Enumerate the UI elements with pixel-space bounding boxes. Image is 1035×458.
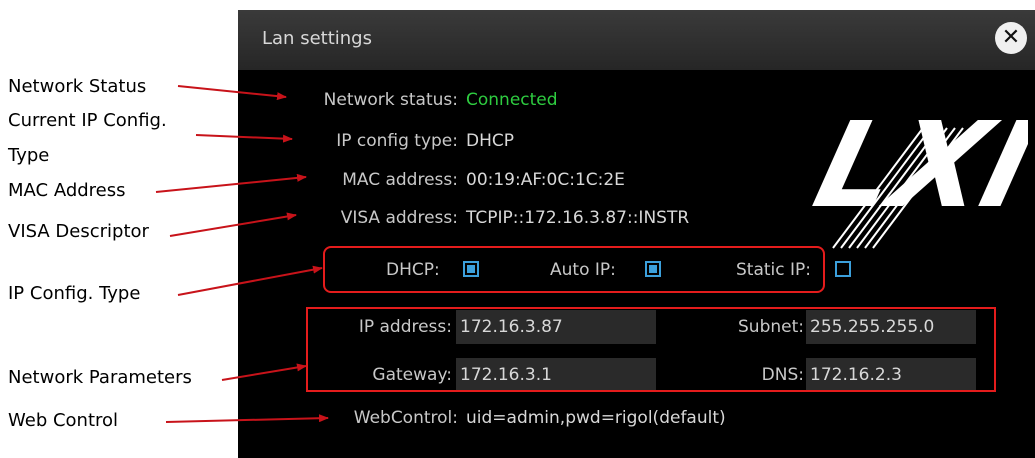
- callout-ip-config-type: IP Config. Type: [8, 283, 141, 304]
- network-status-value: Connected: [466, 90, 558, 110]
- mac-address-label: MAC address:: [342, 170, 458, 190]
- close-icon: ✕: [1001, 25, 1021, 50]
- webcontrol-value: uid=admin,pwd=rigol(default): [466, 408, 726, 428]
- callout-network-parameters: Network Parameters: [8, 367, 192, 388]
- ip-config-highlight-box: [323, 246, 825, 293]
- callout-mac-address: MAC Address: [8, 180, 126, 201]
- callout-network-status: Network Status: [8, 76, 147, 97]
- network-params-highlight-box: [306, 307, 996, 392]
- close-button[interactable]: ✕: [995, 22, 1027, 54]
- network-status-label: Network status:: [323, 90, 458, 110]
- visa-address-label: VISA address:: [340, 208, 458, 228]
- lan-settings-dialog: Lan settings ✕ LXI Network status: Conne…: [238, 10, 1035, 458]
- webcontrol-label: WebControl:: [353, 408, 458, 428]
- ip-config-type-label: IP config type:: [336, 131, 458, 151]
- mac-address-value: 00:19:AF:0C:1C:2E: [466, 170, 625, 190]
- lxi-logo-text: LXI: [803, 98, 1028, 235]
- callout-current-ip-config: Current IP Config.: [8, 110, 167, 131]
- dialog-titlebar: Lan settings ✕: [238, 10, 1035, 70]
- callout-visa-descriptor: VISA Descriptor: [8, 221, 149, 242]
- static-ip-checkbox[interactable]: [835, 261, 851, 277]
- ip-config-type-value: DHCP: [466, 131, 514, 151]
- lxi-logo: LXI: [803, 98, 1028, 249]
- callout-web-control: Web Control: [8, 410, 119, 431]
- visa-address-value: TCPIP::172.16.3.87::INSTR: [466, 208, 690, 228]
- dialog-title: Lan settings: [262, 28, 372, 49]
- callout-current-ip-config-type: Type: [8, 145, 50, 166]
